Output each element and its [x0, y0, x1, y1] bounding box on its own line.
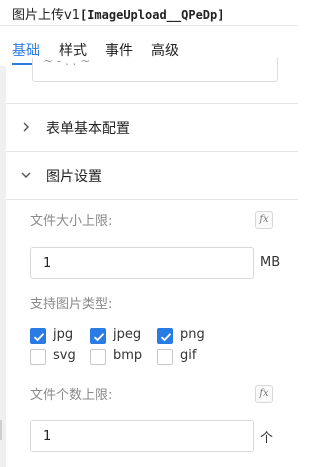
section-form-config-header[interactable]: 表单基本配置	[6, 104, 298, 152]
file-count-unit: 个	[260, 431, 274, 446]
tab-events[interactable]: 事件	[105, 40, 133, 60]
tab-basic[interactable]: 基础	[12, 40, 40, 60]
checkbox-label: gif	[180, 348, 197, 363]
remnant-text: ~ - . . ~	[43, 58, 91, 68]
checkbox-label: svg	[53, 348, 76, 363]
chevron-down-icon	[21, 172, 31, 178]
section-image-settings-label: 图片设置	[46, 169, 102, 185]
file-count-fx-button[interactable]: fx	[255, 385, 273, 403]
checkbox-label: jpeg	[113, 327, 142, 342]
section-form-config-label: 表单基本配置	[46, 121, 130, 137]
file-size-unit: MB	[260, 255, 281, 270]
chevron-right-icon	[23, 122, 29, 132]
component-title: 图片上传v1[ImageUpload__QPeDp]	[12, 4, 224, 23]
checkbox-checked-icon	[90, 328, 106, 344]
scrolled-field-remnant[interactable]: ~ - . . ~	[32, 58, 278, 82]
file-size-fx-button[interactable]: fx	[255, 211, 273, 229]
checkbox-checked-icon	[30, 328, 46, 344]
file-size-input[interactable]	[30, 247, 254, 279]
file-count-label: 文件个数上限:	[30, 388, 113, 403]
checkbox-checked-icon	[157, 328, 173, 344]
image-types-label: 支持图片类型:	[30, 297, 113, 312]
checkbox-label: jpg	[53, 327, 74, 342]
tab-advanced[interactable]: 高级	[151, 40, 179, 60]
fx-icon: fx	[259, 388, 269, 399]
component-name: 图片上传v1	[12, 8, 80, 23]
file-count-input[interactable]	[30, 420, 254, 452]
fx-icon: fx	[259, 214, 269, 225]
tab-style[interactable]: 样式	[59, 40, 87, 60]
checkbox-label: png	[180, 327, 205, 342]
checkbox-unchecked-icon	[30, 349, 46, 365]
panel-header: 图片上传v1[ImageUpload__QPeDp]	[0, 0, 298, 26]
section-divider	[6, 199, 298, 200]
checkbox-unchecked-icon	[157, 349, 173, 365]
resize-handle[interactable]	[0, 420, 2, 440]
checkbox-label: bmp	[113, 348, 143, 363]
checkbox-unchecked-icon	[90, 349, 106, 365]
file-size-label: 文件大小上限:	[30, 214, 113, 229]
component-id: [ImageUpload__QPeDp]	[79, 8, 225, 22]
section-image-settings-header[interactable]: 图片设置	[6, 152, 298, 200]
